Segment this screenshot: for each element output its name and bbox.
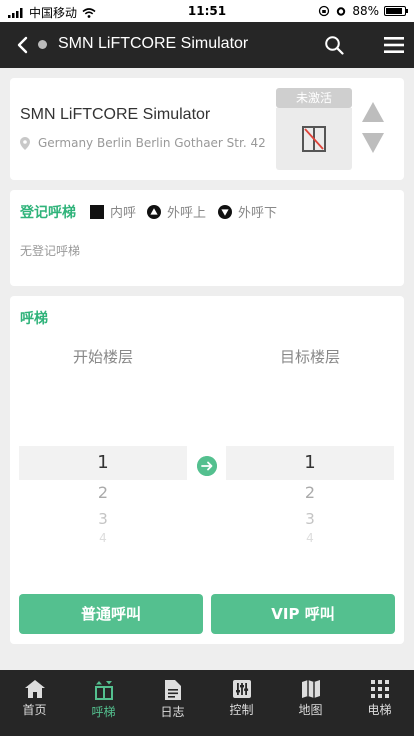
tab-call-label: 呼梯 — [91, 705, 116, 719]
tab-elevator-label: 电梯 — [367, 703, 392, 717]
tab-map-label: 地图 — [298, 703, 323, 717]
tab-log[interactable]: 日志 — [138, 670, 207, 736]
tab-home-label: 首页 — [22, 703, 47, 717]
tab-control[interactable]: 控制 — [207, 670, 276, 736]
normal-call-button[interactable]: 普通呼叫 — [19, 594, 203, 634]
call-section-title: 呼梯 — [20, 311, 48, 327]
log-icon — [164, 680, 181, 700]
vip-call-button[interactable]: VIP 呼叫 — [211, 594, 395, 634]
no-registered-calls-text: 无登记呼梯 — [20, 244, 81, 258]
battery-percent: 88% — [352, 4, 379, 18]
start-floor-option[interactable]: 2 — [19, 480, 187, 506]
start-floor-option[interactable]: 4 — [19, 532, 187, 544]
alarm-icon — [337, 7, 346, 16]
elevator-door-closed-icon — [302, 126, 326, 152]
tab-call[interactable]: 呼梯 — [69, 670, 138, 736]
page-title: SMN LiFTCORE Simulator — [58, 35, 249, 52]
menu-icon[interactable] — [384, 36, 404, 54]
target-floor-option[interactable]: 2 — [226, 480, 394, 506]
elevator-info-card: SMN LiFTCORE Simulator Germany Berlin Be… — [10, 78, 404, 180]
start-floor-selected[interactable]: 1 — [19, 446, 187, 480]
control-icon — [232, 680, 251, 698]
direction-up-icon — [362, 102, 384, 122]
start-floor-label: 开始楼层 — [72, 348, 133, 366]
arrow-right-circle-icon — [197, 456, 217, 476]
legend-down-call: 外呼下 — [218, 202, 277, 221]
call-elevator-card: 呼梯 开始楼层 目标楼层 1 2 3 4 1 2 3 4 普通呼叫 VIP 呼叫 — [10, 296, 404, 644]
grid-icon — [370, 680, 389, 698]
target-floor-selected[interactable]: 1 — [226, 446, 394, 480]
location-pin-icon — [20, 136, 30, 150]
battery-icon — [384, 6, 408, 16]
direction-down-icon — [362, 133, 384, 153]
registered-calls-card: 登记呼梯 内呼 外呼上 外呼下 无登记呼梯 — [10, 190, 404, 286]
start-floor-option[interactable]: 3 — [19, 506, 187, 532]
target-floor-picker[interactable]: 1 2 3 4 — [226, 446, 394, 544]
elevator-call-icon — [94, 681, 113, 700]
elevator-door-display — [276, 108, 352, 170]
target-floor-option[interactable]: 4 — [226, 532, 394, 544]
nav-bar: SMN LiFTCORE Simulator — [0, 22, 414, 68]
elevator-address: Germany Berlin Berlin Gothaer Str. 42 — [20, 136, 266, 150]
target-floor-label: 目标楼层 — [279, 348, 340, 366]
status-dot — [38, 40, 47, 49]
start-floor-picker[interactable]: 1 2 3 4 — [19, 446, 187, 544]
registered-calls-title: 登记呼梯 — [20, 205, 76, 221]
down-circle-icon — [218, 204, 232, 219]
search-icon[interactable] — [324, 35, 344, 55]
tab-control-label: 控制 — [229, 703, 254, 717]
home-icon — [24, 680, 45, 698]
tab-map[interactable]: 地图 — [276, 670, 345, 736]
tab-home[interactable]: 首页 — [0, 670, 69, 736]
activation-status-badge: 未激活 — [276, 88, 352, 108]
legend-inner-label: 内呼 — [110, 206, 137, 221]
tab-elevator[interactable]: 电梯 — [345, 670, 414, 736]
legend-up-call: 外呼上 — [147, 202, 206, 221]
legend-inner-call: 内呼 — [90, 202, 136, 221]
bottom-tab-bar: 首页 呼梯 日志 控制 地图 电梯 — [0, 670, 414, 736]
status-bar: 中国移动 11:51 88% — [0, 0, 414, 22]
square-icon — [90, 204, 104, 219]
tab-log-label: 日志 — [160, 705, 185, 719]
elevator-name: SMN LiFTCORE Simulator — [20, 106, 211, 123]
map-icon — [301, 680, 320, 698]
orientation-lock-icon — [319, 5, 330, 17]
back-arrow-icon[interactable] — [12, 34, 34, 56]
address-text: Germany Berlin Berlin Gothaer Str. 42 — [38, 136, 266, 150]
target-floor-option[interactable]: 3 — [226, 506, 394, 532]
up-circle-icon — [147, 204, 161, 219]
legend-up-label: 外呼上 — [167, 206, 207, 221]
legend-down-label: 外呼下 — [238, 206, 278, 221]
